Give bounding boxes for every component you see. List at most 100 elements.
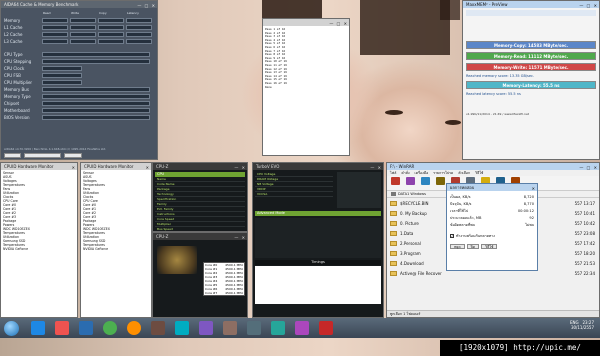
result-label: ข้อผิดพลาดที่พบ (450, 223, 475, 227)
info-row: CPU Clock (4, 65, 154, 72)
multithread-checkbox[interactable]: ✓ ทำงานพร้อมกันหลายทาง (450, 233, 534, 239)
cpuz-bottom-window[interactable]: CPU-Z — ✕ Core #0 4500.1 MHz Core #1 4500.1… (152, 232, 248, 318)
turbov-titlebar[interactable]: TurboV EVO — ✕ (253, 163, 383, 170)
core-clock-menu[interactable]: Core #0 4500.1 MHz Core #1 4500.1 MHz Core #… (203, 262, 245, 296)
info-label: CPU Stepping (4, 59, 32, 64)
hwmonitor-left-titlebar[interactable]: CPUID Hardware Monitor ✕ (1, 163, 77, 170)
ie-taskbar-icon[interactable] (79, 321, 93, 335)
app-taskbar-icon[interactable] (295, 321, 309, 335)
turbov-window[interactable]: TurboV EVO — ✕ CPU Voltage DRAM Voltage NB… (252, 162, 384, 318)
add-button[interactable] (388, 177, 402, 190)
result-cell (42, 39, 68, 44)
view-icon (435, 177, 445, 185)
result-cell (98, 39, 124, 44)
start-benchmark-button[interactable]: Start Benchmark (23, 153, 62, 158)
window-controls[interactable]: — ✕ (234, 164, 246, 171)
winrar-menu-item[interactable]: วิธีใช้ (475, 170, 483, 176)
close-button[interactable]: ปิด (466, 244, 480, 249)
benchmark-result-row: ข้อผิดพลาดที่พบ ไม่พบ (450, 222, 534, 229)
info-value (42, 115, 150, 120)
checkbox-icon[interactable]: ✓ (450, 234, 454, 238)
aida64-window[interactable]: AIDA64 Cache & Memory Benchmark — □ ✕ Re… (0, 0, 158, 160)
hwmonitor-right-window[interactable]: CPUID Hardware Monitor ✕ Sensor ASUS Volta… (80, 162, 152, 318)
winrar-taskbar-icon[interactable] (319, 321, 333, 335)
app-taskbar-icon[interactable] (223, 321, 237, 335)
winrar-menu-item[interactable]: เครื่องมือ (415, 170, 429, 176)
winrar-benchmark-dialog[interactable]: ผลการทดสอบ ✕ เป็นผล, KB/s 8,720 ปัจจุบัน, … (446, 183, 538, 271)
explorer-taskbar-icon[interactable] (31, 321, 45, 335)
benchmark-result-row: ประมวลผลแล้ว, MB 92 (450, 215, 534, 222)
hwmonitor-right-titlebar[interactable]: CPUID Hardware Monitor ✕ (81, 163, 151, 170)
save-button[interactable]: Save (4, 153, 21, 158)
app-taskbar-icon[interactable] (151, 321, 165, 335)
winrar-status: ทูกเลือก 1 โฟลเดอร์ (390, 312, 421, 316)
aida64-info-list: CPU Type CPU Stepping CPU Clock CPU FSB … (4, 51, 154, 121)
col-header-copy: Copy (99, 11, 107, 15)
clock-date[interactable]: 30/11/2557 (571, 325, 594, 330)
aida64-body: Read Write Copy Latency Memory L1 Cache … (1, 8, 157, 159)
info-value (42, 66, 82, 71)
winrar-menu-item[interactable]: ตัวเลือก (458, 170, 470, 176)
maxxmem-titlebar[interactable]: MaxxMEM² - PreView — □ ✕ (463, 1, 599, 8)
winrar-titlebar[interactable]: F:\ - WinRAR — □ ✕ (387, 163, 599, 170)
sensor-tree-item[interactable]: NVIDIA GeForce (3, 247, 75, 251)
hwmonitor-left-window[interactable]: CPUID Hardware Monitor ✕ Sensor ASUS Volta… (0, 162, 78, 318)
app-taskbar-icon[interactable] (175, 321, 189, 335)
chrome-taskbar-icon[interactable] (103, 321, 117, 335)
result-cell (126, 25, 152, 30)
dialog-titlebar[interactable]: ผลการทดสอบ ✕ (447, 184, 537, 191)
log-window[interactable]: — □ ✕ Pass 1 of 16 Pass 2 of 16 Pass 3 of … (262, 18, 350, 156)
core-clock-item[interactable]: Core #7 4500.1 MHz (204, 291, 244, 295)
voltage-label: VCCSA (255, 192, 333, 197)
maxxmem-spacer (466, 98, 596, 112)
view-button[interactable] (433, 177, 447, 190)
winrar-menu-item[interactable]: รายการโปรด (433, 170, 453, 176)
dialog-body: เป็นผล, KB/s 8,720 ปัจจุบัน, KB/s 8,770 เวลา… (447, 191, 537, 252)
firefox-taskbar-icon[interactable] (127, 321, 141, 335)
log-titlebar[interactable]: — □ ✕ (263, 19, 349, 26)
row-label: L1 Cache (4, 25, 23, 30)
wallpaper-hair-right-2 (440, 0, 460, 20)
memory-read-bar: Memory-Read: 11112 MByte/sec. (466, 52, 596, 60)
maxxmem-window[interactable]: MaxxMEM² - PreView — □ ✕ Memory-Copy: 14… (462, 0, 600, 160)
folder-icon (390, 270, 397, 276)
result-value: 92 (529, 216, 534, 220)
window-controls[interactable]: ✕ (72, 164, 76, 171)
window-controls[interactable]: ✕ (146, 164, 150, 171)
dialog-close-icon[interactable]: ✕ (532, 185, 536, 192)
reached-memory-score: Reached memory score: 13.35 GB/sec. (466, 74, 535, 78)
sensor-tree-item[interactable]: NVIDIA GeForce (83, 247, 149, 251)
cpuz-bottom-titlebar[interactable]: CPU-Z — ✕ (153, 233, 247, 240)
cpuz-top-titlebar[interactable]: CPU-Z — ✕ (153, 163, 247, 170)
winrar-menu-item[interactable]: คำสั่ง (401, 170, 409, 176)
close-button[interactable]: Close (64, 153, 82, 158)
aida64-titlebar[interactable]: AIDA64 Cache & Memory Benchmark — □ ✕ (1, 1, 157, 8)
app-taskbar-icon[interactable] (199, 321, 213, 335)
folder-icon (390, 220, 397, 226)
help-button[interactable]: วิธีใช้ (481, 244, 498, 249)
window-controls[interactable]: — □ ✕ (579, 164, 598, 171)
wallpaper-hair-right (360, 0, 450, 55)
app-taskbar-icon[interactable] (271, 321, 285, 335)
winrar-menu-item[interactable]: ไฟล์ (390, 170, 396, 176)
info-value (42, 87, 150, 92)
turbov-title: TurboV EVO (256, 164, 280, 169)
app-taskbar-icon[interactable] (247, 321, 261, 335)
extract-button[interactable] (403, 177, 417, 190)
test-button[interactable] (418, 177, 432, 190)
stop-button[interactable]: หยุด (450, 244, 465, 249)
window-controls[interactable]: — ✕ (370, 164, 382, 171)
start-button[interactable] (4, 320, 19, 336)
cpuz-top-window[interactable]: CPU-Z — ✕ CPU Name Code Name Package Techno… (152, 162, 248, 232)
aida64-row: L3 Cache (4, 38, 154, 45)
turbov-advanced-section[interactable]: Advanced Mode (255, 211, 381, 216)
wallpaper-eye-2 (385, 110, 403, 115)
window-controls[interactable]: — □ ✕ (137, 2, 156, 9)
window-controls[interactable]: — □ ✕ (329, 20, 348, 27)
system-tray[interactable]: ENG 23:27 30/11/2557 (570, 320, 594, 330)
file-date: 557 10:42 (574, 220, 595, 226)
window-controls[interactable]: — □ ✕ (579, 2, 598, 9)
media-taskbar-icon[interactable] (55, 321, 69, 335)
extract-icon (405, 177, 415, 185)
hwmonitor-right-title: CPUID Hardware Monitor (84, 164, 134, 169)
